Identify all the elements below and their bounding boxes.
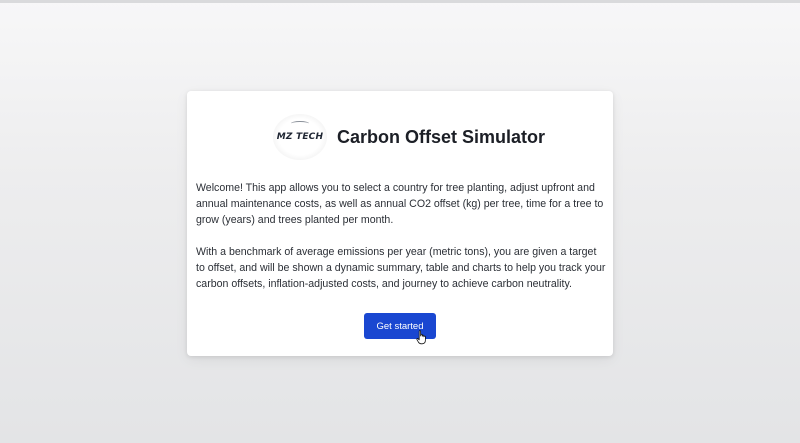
logo-text: MZ TECH xyxy=(276,132,324,142)
logo-swoosh-icon xyxy=(291,121,309,126)
browser-top-strip xyxy=(0,0,800,3)
welcome-card: MZ TECH Carbon Offset Simulator Welcome!… xyxy=(187,91,613,356)
hand-pointer-icon xyxy=(416,330,426,345)
mz-tech-logo: MZ TECH xyxy=(273,114,327,160)
page-title: Carbon Offset Simulator xyxy=(337,126,546,147)
intro-paragraph-1: Welcome! This app allows you to select a… xyxy=(196,182,604,226)
intro-paragraph-2: With a benchmark of average emissions pe… xyxy=(196,246,606,290)
card-header: MZ TECH Carbon Offset Simulator xyxy=(273,112,545,162)
